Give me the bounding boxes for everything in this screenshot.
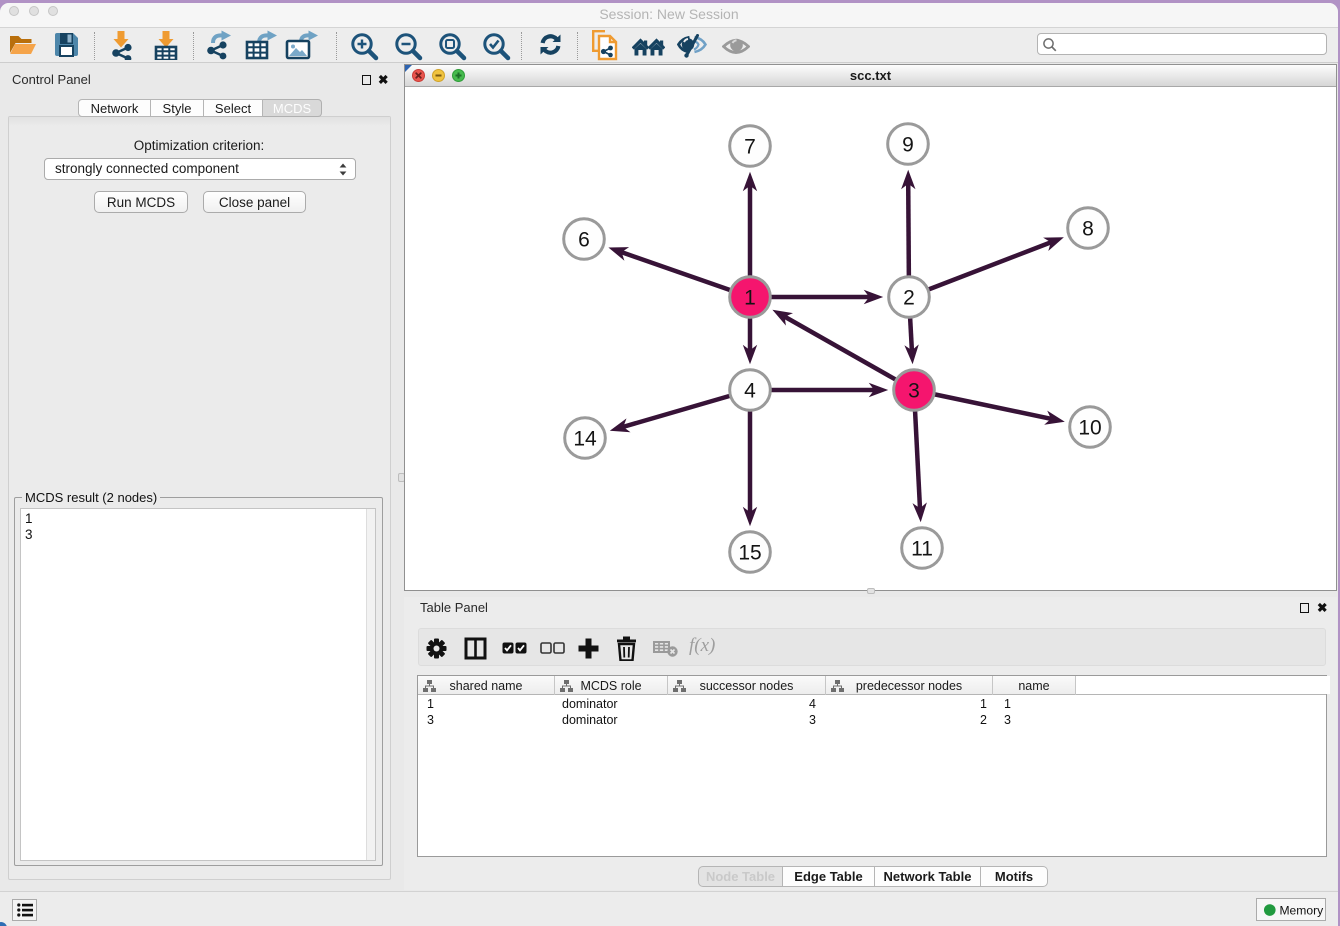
svg-text:4: 4 <box>744 379 756 402</box>
svg-text:2: 2 <box>903 286 915 309</box>
svg-text:3: 3 <box>908 379 920 402</box>
svg-text:15: 15 <box>738 541 761 564</box>
svg-text:6: 6 <box>578 228 590 251</box>
svg-text:Memory: Memory <box>1279 903 1324 917</box>
svg-text:7: 7 <box>744 135 756 158</box>
svg-text:8: 8 <box>1082 217 1094 240</box>
svg-text:9: 9 <box>902 133 914 156</box>
svg-text:10: 10 <box>1078 416 1101 439</box>
svg-text:1: 1 <box>744 286 756 309</box>
svg-text:14: 14 <box>573 427 597 450</box>
svg-text:11: 11 <box>911 537 933 560</box>
